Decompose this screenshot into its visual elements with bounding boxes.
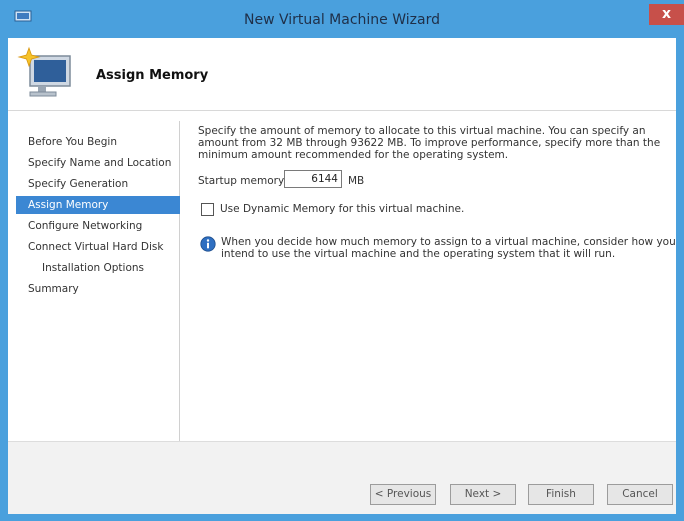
new-virtual-machine-icon: [17, 46, 71, 97]
wizard-window: New Virtual Machine Wizard x Assign Memo…: [0, 0, 684, 521]
startup-memory-label: Startup memory:: [198, 175, 287, 187]
wizard-header: Assign Memory: [8, 38, 676, 111]
previous-button[interactable]: < Previous: [370, 484, 436, 505]
memory-info-text: When you decide how much memory to assig…: [221, 236, 676, 260]
nav-item-summary[interactable]: Summary: [16, 280, 180, 298]
startup-memory-input[interactable]: [284, 170, 342, 188]
dynamic-memory-label[interactable]: Use Dynamic Memory for this virtual mach…: [220, 203, 464, 215]
next-button[interactable]: Next >: [450, 484, 516, 505]
dynamic-memory-checkbox[interactable]: [201, 203, 214, 216]
wizard-body: Before You Begin Specify Name and Locati…: [8, 111, 676, 441]
nav-item-installation-options[interactable]: Installation Options: [16, 259, 180, 277]
nav-item-specify-generation[interactable]: Specify Generation: [16, 175, 180, 193]
nav-item-specify-name-location[interactable]: Specify Name and Location: [16, 154, 180, 172]
title-bar[interactable]: New Virtual Machine Wizard x: [0, 0, 684, 38]
info-icon: [200, 236, 216, 252]
wizard-button-bar: < Previous Next > Finish Cancel: [8, 441, 676, 514]
close-button[interactable]: x: [649, 4, 684, 25]
cancel-button[interactable]: Cancel: [607, 484, 673, 505]
window-title: New Virtual Machine Wizard: [244, 12, 440, 28]
finish-button[interactable]: Finish: [528, 484, 594, 505]
nav-item-connect-virtual-hard-disk[interactable]: Connect Virtual Hard Disk: [16, 238, 180, 256]
wizard-step-nav: Before You Begin Specify Name and Locati…: [16, 121, 180, 441]
wizard-client-area: Assign Memory Before You Begin Specify N…: [8, 38, 676, 514]
startup-memory-unit: MB: [348, 175, 365, 187]
memory-description: Specify the amount of memory to allocate…: [198, 125, 661, 161]
page-title: Assign Memory: [96, 68, 209, 83]
nav-item-before-you-begin[interactable]: Before You Begin: [16, 133, 180, 151]
nav-item-assign-memory[interactable]: Assign Memory: [16, 196, 180, 214]
nav-item-configure-networking[interactable]: Configure Networking: [16, 217, 180, 235]
